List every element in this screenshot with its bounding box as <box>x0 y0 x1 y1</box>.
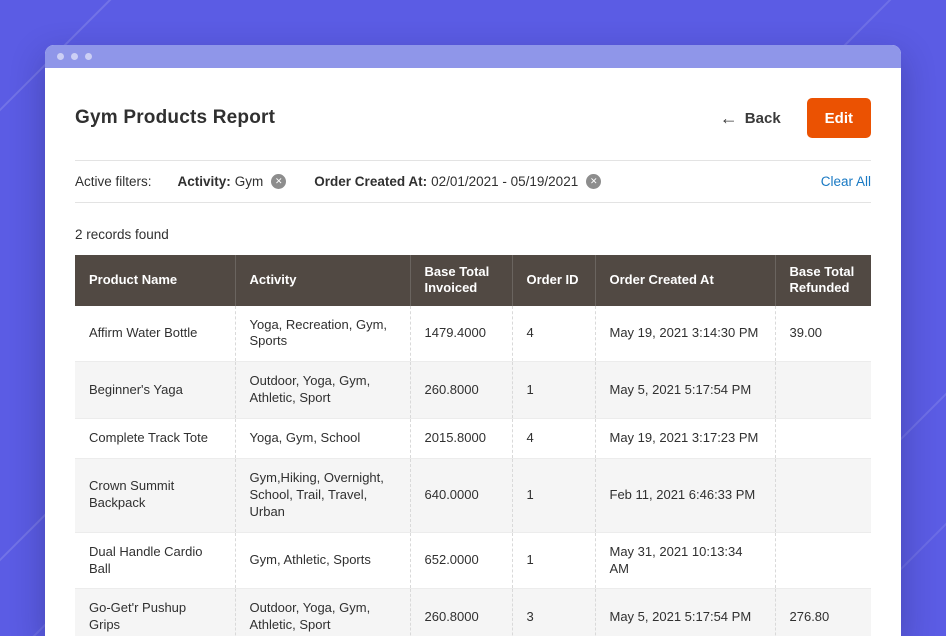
table-cell <box>775 362 871 419</box>
table-cell <box>775 458 871 532</box>
table-row: Go-Get'r Pushup GripsOutdoor, Yoga, Gym,… <box>75 589 871 636</box>
remove-filter-icon[interactable]: ✕ <box>271 174 286 189</box>
window-titlebar <box>45 45 901 68</box>
table-cell: Yoga, Gym, School <box>235 419 410 459</box>
table-cell <box>775 532 871 589</box>
table-cell: 1479.4000 <box>410 306 512 362</box>
table-cell: Dual Handle Cardio Ball <box>75 532 235 589</box>
table-cell: 652.0000 <box>410 532 512 589</box>
table-row: Complete Track ToteYoga, Gym, School2015… <box>75 419 871 459</box>
column-header: Base Total Invoiced <box>410 255 512 306</box>
filter-chips: Activity: Gym ✕ Order Created At: 02/01/2021… <box>178 174 602 189</box>
back-button[interactable]: ← Back <box>720 109 781 127</box>
filter-chip-value: Gym <box>235 174 264 189</box>
remove-filter-icon[interactable]: ✕ <box>586 174 601 189</box>
table-cell: 260.8000 <box>410 362 512 419</box>
table-cell: Gym,Hiking, Overnight, School, Trail, Tr… <box>235 458 410 532</box>
table-body: Affirm Water BottleYoga, Recreation, Gym… <box>75 306 871 636</box>
table-cell: May 5, 2021 5:17:54 PM <box>595 362 775 419</box>
back-arrow-icon: ← <box>720 109 738 127</box>
table-cell: May 19, 2021 3:14:30 PM <box>595 306 775 362</box>
table-cell: Gym, Athletic, Sports <box>235 532 410 589</box>
table-cell: Outdoor, Yoga, Gym, Athletic, Sport <box>235 362 410 419</box>
table-cell: 260.8000 <box>410 589 512 636</box>
table-row: Beginner's YagaOutdoor, Yoga, Gym, Athle… <box>75 362 871 419</box>
table-cell: Feb 11, 2021 6:46:33 PM <box>595 458 775 532</box>
page-header: Gym Products Report ← Back Edit <box>75 98 871 138</box>
header-actions: ← Back Edit <box>720 98 871 138</box>
clear-all-link[interactable]: Clear All <box>821 174 871 189</box>
app-window: Gym Products Report ← Back Edit Active f… <box>45 45 901 636</box>
table-cell: 1 <box>512 458 595 532</box>
table-cell: Go-Get'r Pushup Grips <box>75 589 235 636</box>
filter-chip-value: 02/01/2021 - 05/19/2021 <box>431 174 578 189</box>
window-dot <box>85 53 92 60</box>
table-cell: 276.80 <box>775 589 871 636</box>
table-cell: 39.00 <box>775 306 871 362</box>
page-title: Gym Products Report <box>75 107 275 129</box>
table-cell: Yoga, Recreation, Gym, Sports <box>235 306 410 362</box>
window-dot <box>57 53 64 60</box>
column-header: Activity <box>235 255 410 306</box>
table-head: Product NameActivityBase Total InvoicedO… <box>75 255 871 306</box>
column-header: Order Created At <box>595 255 775 306</box>
filter-chip: Activity: Gym ✕ <box>178 174 287 189</box>
table-cell: Complete Track Tote <box>75 419 235 459</box>
filter-chip: Order Created At: 02/01/2021 - 05/19/2021… <box>314 174 601 189</box>
column-header: Product Name <box>75 255 235 306</box>
table-cell: Beginner's Yaga <box>75 362 235 419</box>
column-header: Order ID <box>512 255 595 306</box>
table-cell <box>775 419 871 459</box>
table-cell: May 31, 2021 10:13:34 AM <box>595 532 775 589</box>
table-cell: 4 <box>512 306 595 362</box>
table-header-row: Product NameActivityBase Total InvoicedO… <box>75 255 871 306</box>
active-filters-label: Active filters: <box>75 174 152 189</box>
table-row: Crown Summit BackpackGym,Hiking, Overnig… <box>75 458 871 532</box>
table-row: Dual Handle Cardio BallGym, Athletic, Sp… <box>75 532 871 589</box>
filter-chip-name: Order Created At: <box>314 174 427 189</box>
table-row: Affirm Water BottleYoga, Recreation, Gym… <box>75 306 871 362</box>
back-label: Back <box>745 110 781 127</box>
table-cell: 1 <box>512 362 595 419</box>
table-cell: 640.0000 <box>410 458 512 532</box>
edit-button[interactable]: Edit <box>807 98 871 138</box>
report-table: Product NameActivityBase Total InvoicedO… <box>75 255 871 636</box>
table-cell: Crown Summit Backpack <box>75 458 235 532</box>
table-cell: May 19, 2021 3:17:23 PM <box>595 419 775 459</box>
column-header: Base Total Refunded <box>775 255 871 306</box>
table-cell: 3 <box>512 589 595 636</box>
table-cell: 1 <box>512 532 595 589</box>
active-filters-bar: Active filters: Activity:Gym✕Order Creat… <box>75 160 871 203</box>
window-content: Gym Products Report ← Back Edit Active f… <box>45 98 901 636</box>
table-cell: May 5, 2021 5:17:54 PM <box>595 589 775 636</box>
table-cell: Affirm Water Bottle <box>75 306 235 362</box>
table-cell: 2015.8000 <box>410 419 512 459</box>
records-found: 2 records found <box>75 227 871 242</box>
window-dot <box>71 53 78 60</box>
filter-chip-name: Activity: <box>178 174 231 189</box>
table-cell: Outdoor, Yoga, Gym, Athletic, Sport <box>235 589 410 636</box>
table-cell: 4 <box>512 419 595 459</box>
